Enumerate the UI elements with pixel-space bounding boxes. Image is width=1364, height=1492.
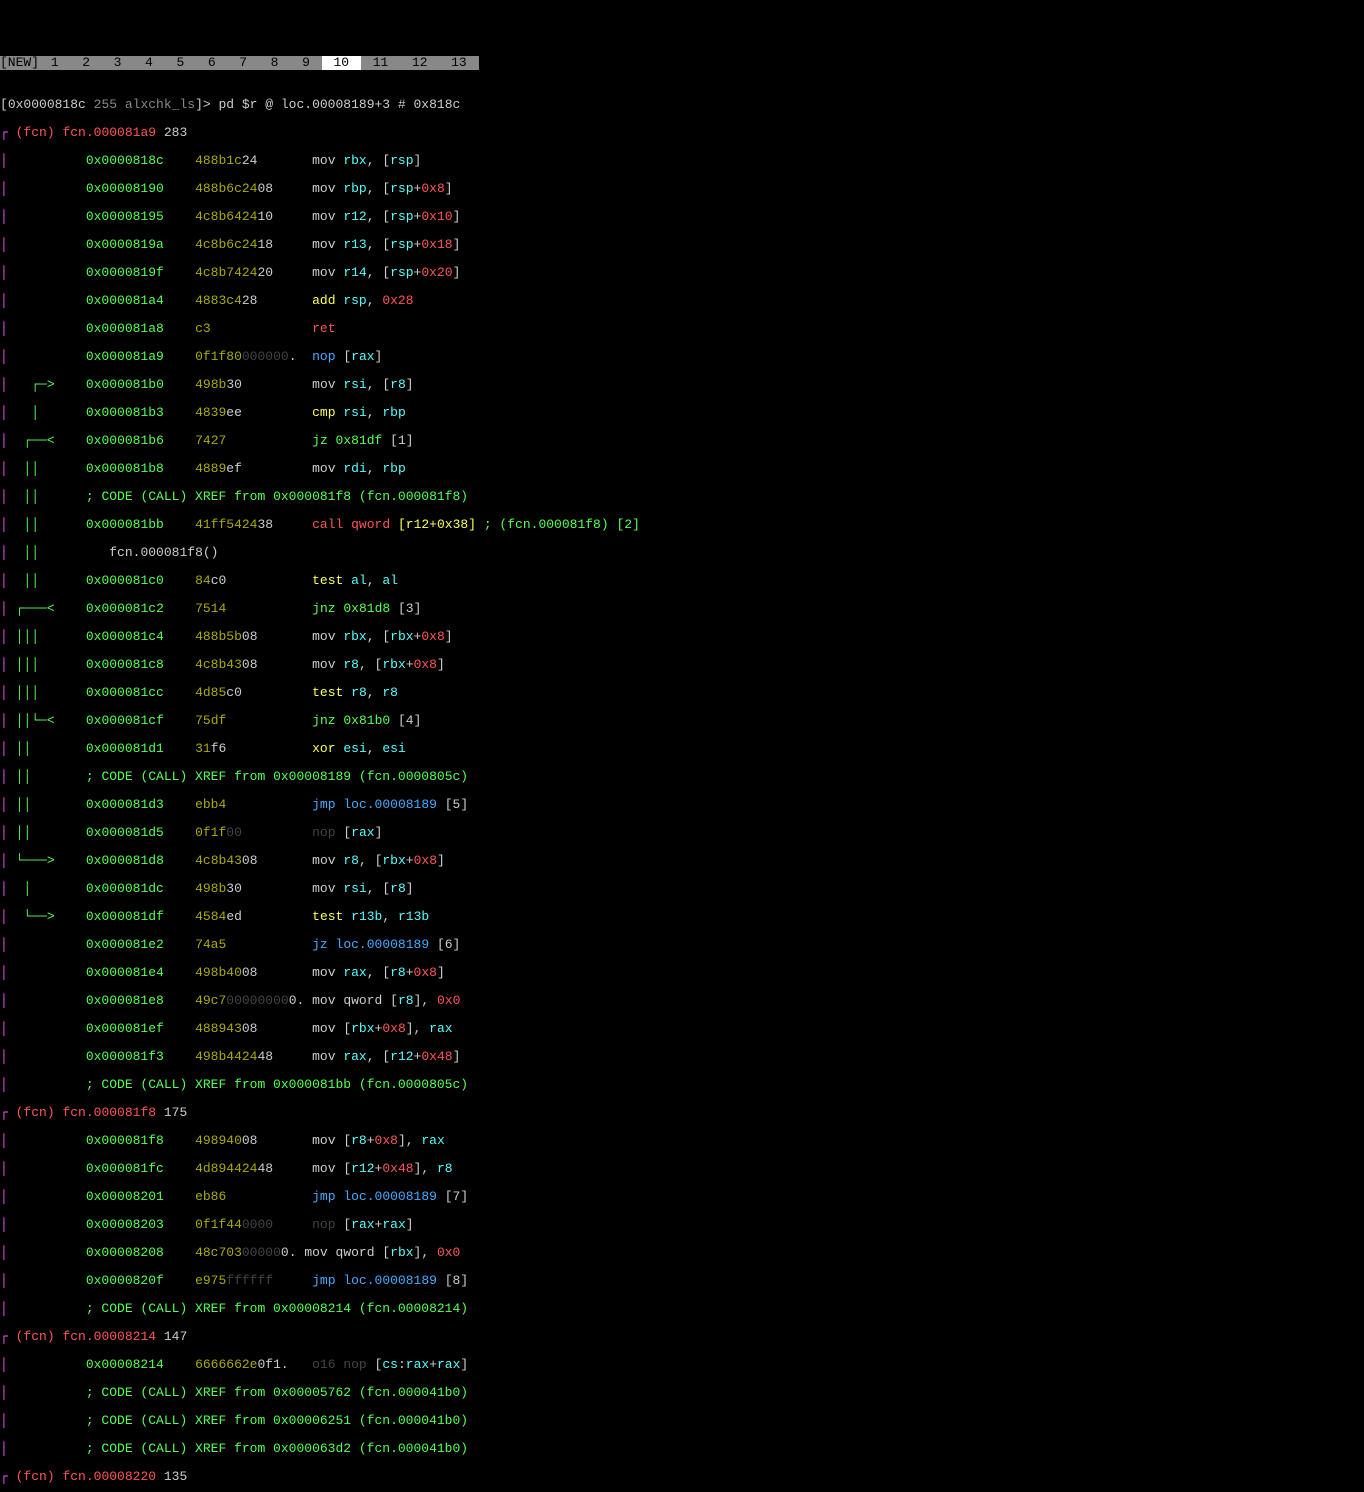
asm-line: │ 0x0000819f 4c8b742420 mov r14, [rsp+0x…: [0, 266, 1364, 280]
tab-5[interactable]: 5: [165, 56, 196, 70]
asm-line: │ ││ 0x000081d5 0f1f00 nop [rax]: [0, 826, 1364, 840]
tab-8[interactable]: 8: [259, 56, 290, 70]
asm-line: │ 0x000081a4 4883c428 add rsp, 0x28: [0, 294, 1364, 308]
asm-line: │ ││ 0x000081bb 41ff542438 call qword [r…: [0, 518, 1364, 532]
asm-line: │ ││ 0x000081d1 31f6 xor esi, esi: [0, 742, 1364, 756]
asm-line: │ 0x000081fc 4d89442448 mov [r12+0x48], …: [0, 1162, 1364, 1176]
tab-new[interactable]: [NEW]: [0, 56, 39, 70]
asm-line: │ ││ 0x000081d3 ebb4 jmp loc.00008189 [5…: [0, 798, 1364, 812]
xref-line: │ ; CODE (CALL) XREF from 0x00006251 (fc…: [0, 1414, 1364, 1428]
asm-line: │ 0x0000820f e975ffffff jmp loc.00008189…: [0, 1274, 1364, 1288]
asm-line: │ └───> 0x000081d8 4c8b4308 mov r8, [rbx…: [0, 854, 1364, 868]
asm-line: │ ┌─> 0x000081b0 498b30 mov rsi, [r8]: [0, 378, 1364, 392]
asm-line: │ 0x0000818c 488b1c24 mov rbx, [rsp]: [0, 154, 1364, 168]
function-header-3: ┌ (fcn) fcn.00008214 147: [0, 1330, 1364, 1344]
asm-line: │ 0x000081ef 48894308 mov [rbx+0x8], rax: [0, 1022, 1364, 1036]
fcn-call-line: │ ││ fcn.000081f8(): [0, 546, 1364, 560]
asm-line: │ │││ 0x000081cc 4d85c0 test r8, r8: [0, 686, 1364, 700]
asm-line: │ 0x000081e8 49c7000000000. mov qword [r…: [0, 994, 1364, 1008]
asm-line: │ │ 0x000081b3 4839ee cmp rsi, rbp: [0, 406, 1364, 420]
asm-line: │ └──> 0x000081df 4584ed test r13b, r13b: [0, 910, 1364, 924]
tab-9[interactable]: 9: [290, 56, 321, 70]
tab-6[interactable]: 6: [196, 56, 227, 70]
asm-line: │ 0x0000819a 4c8b6c2418 mov r13, [rsp+0x…: [0, 238, 1364, 252]
asm-line: │ 0x00008195 4c8b642410 mov r12, [rsp+0x…: [0, 210, 1364, 224]
asm-line: │ 0x000081f3 498b442448 mov rax, [r12+0x…: [0, 1050, 1364, 1064]
xref-line: │ ││ ; CODE (CALL) XREF from 0x000081f8 …: [0, 490, 1364, 504]
asm-line: │ 0x00008203 0f1f440000 nop [rax+rax]: [0, 1218, 1364, 1232]
tab-10[interactable]: 10: [322, 56, 361, 70]
asm-line: │ 0x00008208 48c703000000. mov qword [rb…: [0, 1246, 1364, 1260]
tab-1[interactable]: 1: [39, 56, 70, 70]
tab-12[interactable]: 12: [400, 56, 439, 70]
asm-line: │ │││ 0x000081c8 4c8b4308 mov r8, [rbx+0…: [0, 658, 1364, 672]
tab-4[interactable]: 4: [133, 56, 164, 70]
asm-line: │ 0x00008190 488b6c2408 mov rbp, [rsp+0x…: [0, 182, 1364, 196]
xref-line: │ ; CODE (CALL) XREF from 0x000063d2 (fc…: [0, 1442, 1364, 1456]
asm-line: │ 0x000081a8 c3 ret: [0, 322, 1364, 336]
asm-line: │ 0x000081e2 74a5 jz loc.00008189 [6]: [0, 938, 1364, 952]
xref-line: │ ; CODE (CALL) XREF from 0x00005762 (fc…: [0, 1386, 1364, 1400]
asm-line: │ 0x00008201 eb86 jmp loc.00008189 [7]: [0, 1190, 1364, 1204]
asm-line: │ 0x00008214 6666662e0f1. o16 nop [cs:ra…: [0, 1358, 1364, 1372]
asm-line: │ ││ 0x000081b8 4889ef mov rdi, rbp: [0, 462, 1364, 476]
asm-line: │ ││ 0x000081c0 84c0 test al, al: [0, 574, 1364, 588]
asm-line: │ 0x000081f8 49894008 mov [r8+0x8], rax: [0, 1134, 1364, 1148]
prompt-line[interactable]: [0x0000818c 255 alxchk_ls]> pd $r @ loc.…: [0, 98, 1364, 112]
asm-line: │ │ 0x000081dc 498b30 mov rsi, [r8]: [0, 882, 1364, 896]
asm-line: │ ┌───< 0x000081c2 7514 jnz 0x81d8 [3]: [0, 602, 1364, 616]
tab-11[interactable]: 11: [361, 56, 400, 70]
xref-line: │ ; CODE (CALL) XREF from 0x00008214 (fc…: [0, 1302, 1364, 1316]
tab-13[interactable]: 13: [439, 56, 478, 70]
asm-line: │ │││ 0x000081c4 488b5b08 mov rbx, [rbx+…: [0, 630, 1364, 644]
xref-line: │ ; CODE (CALL) XREF from 0x000081bb (fc…: [0, 1078, 1364, 1092]
xref-line: │ ││ ; CODE (CALL) XREF from 0x00008189 …: [0, 770, 1364, 784]
tab-2[interactable]: 2: [70, 56, 101, 70]
asm-line: │ ┌──< 0x000081b6 7427 jz 0x81df [1]: [0, 434, 1364, 448]
tab-7[interactable]: 7: [227, 56, 258, 70]
asm-line: │ ││└─< 0x000081cf 75df jnz 0x81b0 [4]: [0, 714, 1364, 728]
tab-bar: [NEW] 1 2 3 4 5 6 7 8 9 10 11 12 13: [0, 56, 1364, 70]
function-header-4: ┌ (fcn) fcn.00008220 135: [0, 1470, 1364, 1484]
tab-3[interactable]: 3: [102, 56, 133, 70]
disassembly-content: [0x0000818c 255 alxchk_ls]> pd $r @ loc.…: [0, 84, 1364, 1492]
function-header-2: ┌ (fcn) fcn.000081f8 175: [0, 1106, 1364, 1120]
asm-line: │ 0x000081e4 498b4008 mov rax, [r8+0x8]: [0, 966, 1364, 980]
function-header-1: ┌ (fcn) fcn.000081a9 283: [0, 126, 1364, 140]
asm-line: │ 0x000081a9 0f1f80000000. nop [rax]: [0, 350, 1364, 364]
